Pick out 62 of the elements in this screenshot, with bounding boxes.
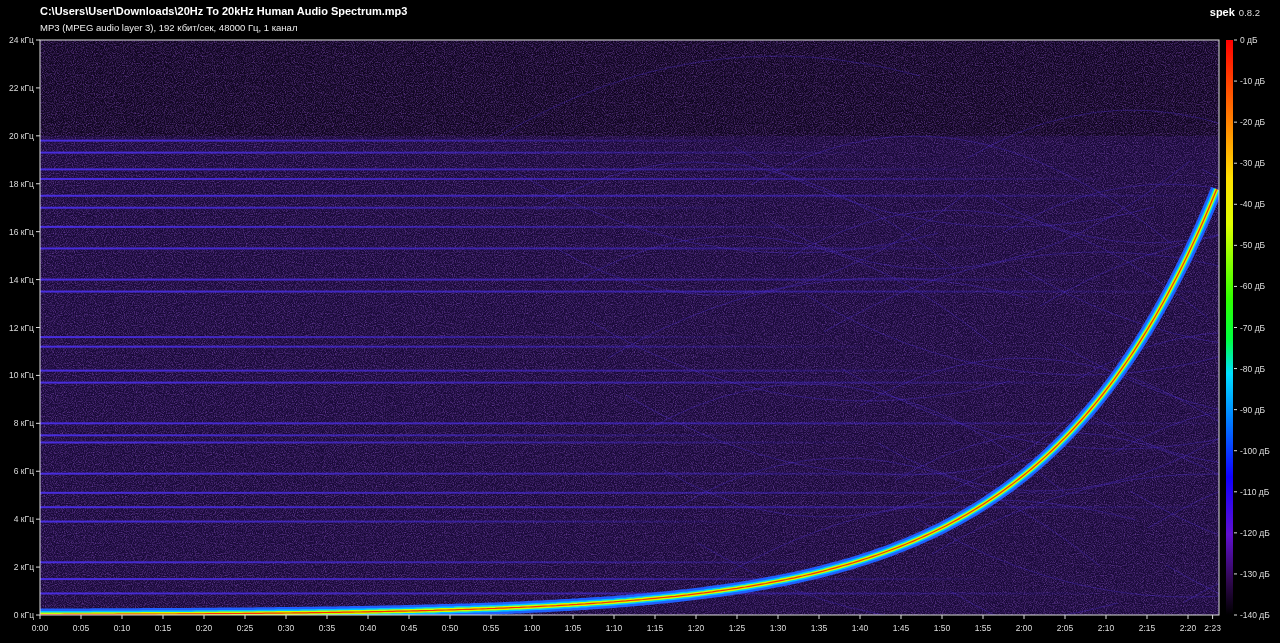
x-tick-label: 1:10 [605, 623, 623, 633]
x-tick-label: 0:25 [236, 623, 254, 633]
x-tick-label: 1:40 [851, 623, 869, 633]
db-scale-label: -120 дБ [1240, 527, 1270, 538]
y-tick-label: 20 кГц [9, 130, 34, 141]
y-tick-label: 12 кГц [9, 322, 34, 333]
db-scale-label: -80 дБ [1240, 363, 1266, 374]
x-tick-label: 1:55 [974, 623, 992, 633]
x-tick-label: 2:10 [1097, 623, 1115, 633]
db-scale-label: -100 дБ [1240, 445, 1270, 456]
x-tick-label: 0:40 [359, 623, 377, 633]
db-scale-label: -20 дБ [1240, 117, 1266, 128]
db-scale-label: -30 дБ [1240, 158, 1266, 169]
x-tick-label: 0:30 [277, 623, 295, 633]
y-tick-label: 22 кГц [9, 82, 34, 93]
y-tick-label: 8 кГц [13, 418, 34, 429]
x-tick-label: 2:05 [1056, 623, 1074, 633]
x-tick-label: 2:23 [1204, 623, 1221, 633]
db-scale-label: 0 дБ [1240, 36, 1258, 45]
x-tick-label: 2:00 [1015, 623, 1033, 633]
x-tick-label: 0:15 [154, 623, 172, 633]
x-tick-label: 2:20 [1179, 623, 1197, 633]
format-info: MP3 (MPEG audio layer 3), 192 кбит/сек, 48000 Гц, 1 канал [40, 21, 299, 34]
x-tick-label: 1:00 [523, 623, 541, 633]
x-tick-label: 0:35 [318, 623, 336, 633]
x-tick-label: 0:05 [72, 623, 90, 633]
x-tick-label: 1:35 [810, 623, 828, 633]
x-tick-label: 0:50 [441, 623, 459, 633]
x-tick-label: 1:50 [933, 623, 951, 633]
y-tick-label: 2 кГц [13, 562, 34, 573]
y-tick-label: 24 кГц [9, 36, 34, 45]
x-tick-label: 1:25 [728, 623, 746, 633]
y-tick-label: 4 кГц [13, 514, 34, 525]
y-tick-label: 10 кГц [9, 370, 34, 381]
y-tick-label: 18 кГц [9, 178, 34, 189]
x-tick-label: 1:15 [646, 623, 664, 633]
x-tick-label: 0:10 [113, 623, 131, 633]
x-tick-label: 0:20 [195, 623, 213, 633]
file-path-title: C:\Users\User\Downloads\20Hz To 20kHz Human Audio Spectrum.mp3 [40, 4, 408, 18]
db-scale-label: -50 дБ [1240, 240, 1266, 251]
db-scale-label: -60 дБ [1240, 281, 1266, 292]
x-tick-label: 1:20 [687, 623, 705, 633]
x-tick-label: 0:45 [400, 623, 418, 633]
x-tick-label: 0:55 [482, 623, 500, 633]
x-tick-label: 0:00 [31, 623, 49, 633]
db-scale-label: -90 дБ [1240, 404, 1266, 415]
y-tick-label: 6 кГц [13, 466, 34, 477]
db-scale-label: -110 дБ [1240, 486, 1270, 497]
db-scale-label: -70 дБ [1240, 322, 1266, 333]
y-tick-label: 16 кГц [9, 226, 34, 237]
db-scale-label: -130 дБ [1240, 568, 1270, 579]
db-scale-label: -10 дБ [1240, 76, 1266, 87]
app-name: spek [1209, 5, 1235, 20]
app-version: 0.8.2 [1238, 6, 1260, 20]
x-tick-label: 2:15 [1138, 623, 1156, 633]
y-tick-label: 0 кГц [13, 610, 34, 620]
y-tick-label: 14 кГц [9, 274, 34, 285]
db-scale-label: -40 дБ [1240, 199, 1266, 210]
x-tick-label: 1:30 [769, 623, 787, 633]
x-tick-label: 1:45 [892, 623, 910, 633]
db-scale-label: -140 дБ [1240, 610, 1270, 620]
x-tick-label: 1:05 [564, 623, 582, 633]
